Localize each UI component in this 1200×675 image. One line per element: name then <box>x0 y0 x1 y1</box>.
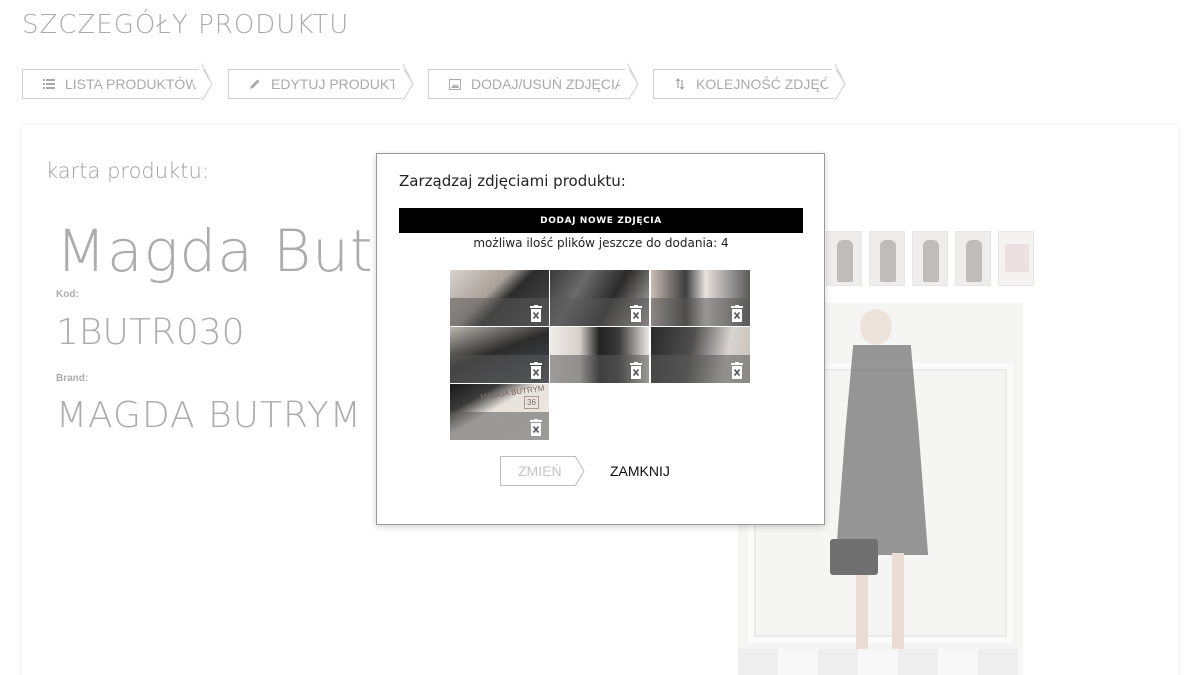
photo-tile <box>651 270 750 326</box>
photo-tag-number: 36 <box>524 396 539 409</box>
trash-icon[interactable] <box>529 419 543 436</box>
photo-tile <box>450 327 549 383</box>
photo-tile <box>550 327 649 383</box>
dialog-title: Zarządzaj zdjęciami produktu: <box>399 172 626 190</box>
photo-tile <box>450 270 549 326</box>
trash-icon[interactable] <box>629 305 643 322</box>
trash-icon[interactable] <box>629 362 643 379</box>
photo-tile: MAGDA BUTRYM 36 <box>450 384 549 440</box>
change-button[interactable]: ZMIEŃ <box>500 455 585 487</box>
manage-photos-dialog: Zarządzaj zdjęciami produktu: DODAJ NOWE… <box>376 153 825 525</box>
trash-icon[interactable] <box>529 362 543 379</box>
photo-tile <box>550 270 649 326</box>
close-button[interactable]: ZAMKNIJ <box>610 463 670 479</box>
trash-icon[interactable] <box>730 305 744 322</box>
add-new-photos-button[interactable]: DODAJ NOWE ZDJĘCIA <box>399 208 803 233</box>
remaining-files-note: możliwa ilość plików jeszcze do dodania:… <box>473 236 729 250</box>
trash-icon[interactable] <box>730 362 744 379</box>
photo-tile <box>651 327 750 383</box>
change-button-label: ZMIEŃ <box>518 463 562 479</box>
trash-icon[interactable] <box>529 305 543 322</box>
